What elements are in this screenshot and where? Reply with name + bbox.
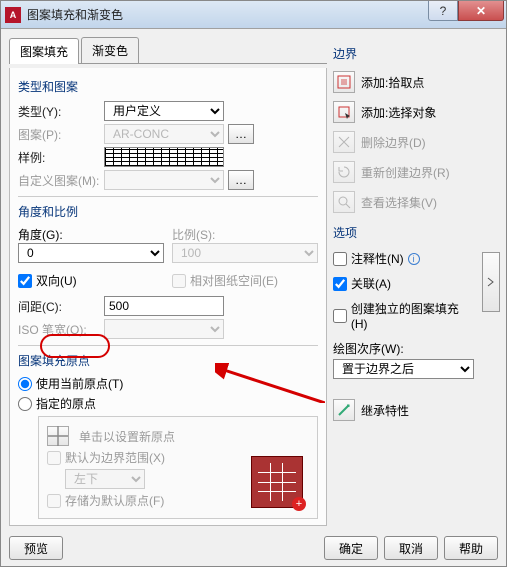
pick-point-icon[interactable]	[333, 71, 355, 93]
tab-gradient[interactable]: 渐变色	[81, 37, 139, 63]
type-select[interactable]: 用户定义	[104, 101, 224, 121]
recreate-boundary-icon	[333, 161, 355, 183]
sample-swatch[interactable]	[104, 147, 224, 167]
titlebar: A 图案填充和渐变色 ? ✕	[1, 1, 506, 29]
cancel-button[interactable]: 取消	[384, 536, 438, 560]
group-boundary: 边界	[333, 45, 474, 62]
associative-label: 关联(A)	[351, 275, 391, 292]
specified-label: 指定的原点	[36, 395, 96, 412]
annotative-label: 注释性(N)	[351, 250, 404, 267]
specified-radio[interactable]	[18, 397, 32, 411]
tab-strip: 图案填充 渐变色	[9, 37, 327, 64]
delete-boundary-icon	[333, 131, 355, 153]
custom-label: 自定义图案(M):	[18, 172, 100, 189]
store-default-label: 存储为默认原点(F)	[65, 492, 164, 509]
group-angle: 角度和比例	[18, 203, 318, 220]
paperspace-checkbox	[172, 274, 186, 288]
type-label: 类型(Y):	[18, 103, 100, 120]
angle-label: 角度(G):	[18, 226, 164, 243]
info-icon[interactable]: i	[408, 253, 420, 265]
group-origin: 图案填充原点	[18, 352, 318, 369]
independent-label: 创建独立的图案填充(H)	[351, 300, 474, 331]
view-sel-label: 查看选择集(V)	[361, 194, 474, 211]
associative-checkbox[interactable]	[333, 277, 347, 291]
click-set-label: 单击以设置新原点	[79, 428, 175, 445]
bidir-label: 双向(U)	[36, 272, 77, 289]
tab-fill[interactable]: 图案填充	[9, 38, 79, 64]
bidir-checkbox[interactable]	[18, 274, 32, 288]
ok-button[interactable]: 确定	[324, 536, 378, 560]
pattern-select: AR-CONC	[104, 124, 224, 144]
annotative-checkbox[interactable]	[333, 252, 347, 266]
custom-browse-button[interactable]: …	[228, 170, 254, 190]
pattern-browse-button[interactable]: …	[228, 124, 254, 144]
default-ext-label: 默认为边界范围(X)	[65, 449, 165, 466]
pattern-label: 图案(P):	[18, 126, 100, 143]
default-ext-checkbox	[47, 451, 61, 465]
independent-checkbox[interactable]	[333, 309, 347, 323]
help-footer-button[interactable]: 帮助	[444, 536, 498, 560]
use-current-radio[interactable]	[18, 377, 32, 391]
preview-button[interactable]: 预览	[9, 536, 63, 560]
pos-select: 左下	[65, 469, 145, 489]
sample-label: 样例:	[18, 149, 100, 166]
spacing-input[interactable]	[104, 296, 224, 316]
help-button[interactable]: ?	[428, 1, 458, 21]
inherit-icon[interactable]	[333, 399, 355, 421]
draw-order-label: 绘图次序(W):	[333, 340, 474, 357]
inherit-label[interactable]: 继承特性	[361, 402, 474, 419]
app-icon: A	[5, 7, 21, 23]
use-current-label: 使用当前原点(T)	[36, 375, 123, 392]
scale-select: 100	[172, 243, 318, 263]
add-select-label[interactable]: 添加:选择对象	[361, 104, 474, 121]
paperspace-label: 相对图纸空间(E)	[190, 272, 278, 289]
add-pick-label[interactable]: 添加:拾取点	[361, 74, 474, 91]
select-object-icon[interactable]	[333, 101, 355, 123]
delete-boundary-label: 删除边界(D)	[361, 134, 474, 151]
expand-button[interactable]	[482, 252, 500, 312]
origin-preview-icon	[251, 456, 303, 508]
store-default-checkbox	[47, 494, 61, 508]
spacing-label: 间距(C):	[18, 298, 100, 315]
crosshair-icon	[48, 426, 68, 446]
custom-select	[104, 170, 224, 190]
view-selection-icon	[333, 191, 355, 213]
group-options: 选项	[333, 224, 474, 241]
group-type: 类型和图案	[18, 78, 318, 95]
iso-select	[104, 319, 224, 339]
chevron-right-icon	[487, 277, 495, 287]
set-origin-button	[47, 426, 69, 446]
close-button[interactable]: ✕	[458, 1, 504, 21]
angle-select[interactable]: 0	[18, 243, 164, 263]
draw-order-select[interactable]: 置于边界之后	[333, 359, 474, 379]
recreate-label: 重新创建边界(R)	[361, 164, 474, 181]
iso-label: ISO 笔宽(O):	[18, 321, 100, 338]
scale-label: 比例(S):	[172, 226, 254, 243]
